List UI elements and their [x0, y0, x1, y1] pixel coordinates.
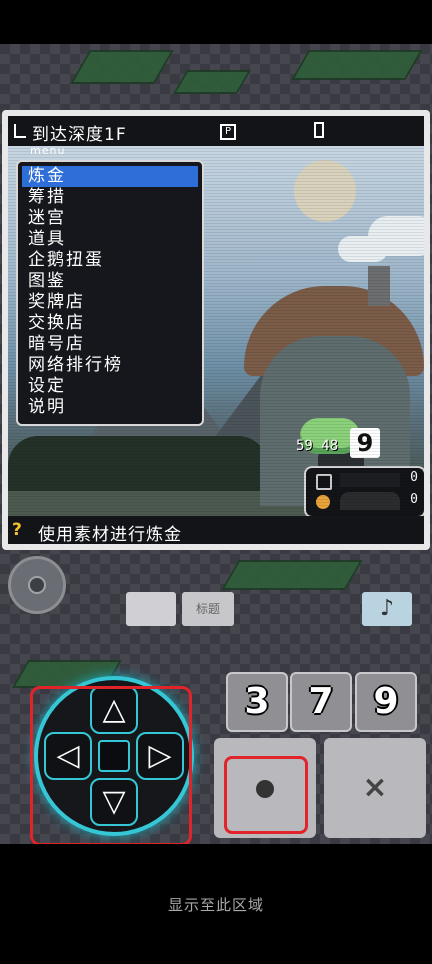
menu-item-settings[interactable]: 设定 [28, 376, 198, 397]
key-9-button[interactable]: 9 [355, 672, 417, 732]
settings-gear-button[interactable] [8, 556, 66, 614]
menu-item-code-shop[interactable]: 暗号店 [28, 334, 198, 355]
close-icon: × [362, 770, 388, 805]
key-7-button[interactable]: 7 [290, 672, 352, 732]
game-window: 到达深度1F P 59 48 9 0 0 menu 炼金 筹措 迷宫 道具 企鹅… [2, 110, 430, 550]
coin-icon [316, 495, 330, 509]
moon [294, 160, 356, 222]
grass-tile [291, 50, 423, 80]
resource-value-2: 0 [410, 492, 418, 507]
main-menu: 炼金 筹措 迷宫 道具 企鹅扭蛋 图鉴 奖牌店 交换店 暗号店 网络排行榜 设定… [16, 160, 204, 426]
resource-panel: 0 0 [304, 466, 424, 516]
menu-item-ranking[interactable]: 网络排行榜 [28, 355, 198, 376]
status-bar: ? 使用素材进行炼金 [8, 518, 424, 544]
forest [8, 436, 268, 496]
menu-header: menu [30, 144, 66, 157]
key-3-button[interactable]: 3 [226, 672, 288, 732]
depth-label: 到达深度1F [32, 125, 127, 145]
menu-item-encyclopedia[interactable]: 图鉴 [28, 271, 198, 292]
top-bar [0, 0, 432, 44]
menu-item-gacha[interactable]: 企鹅扭蛋 [28, 250, 198, 271]
house-chimney [368, 266, 390, 306]
music-button[interactable]: ♪ [362, 592, 412, 626]
menu-item-items[interactable]: 道具 [28, 229, 198, 250]
resource-bar [340, 492, 400, 510]
battery-icon [314, 122, 324, 138]
creature-level: 9 [350, 428, 380, 458]
menu-item-help[interactable]: 说明 [28, 397, 198, 418]
question-icon: ? [12, 520, 22, 540]
game-screen: 到达深度1F P 59 48 9 0 0 menu 炼金 筹措 迷宫 道具 企鹅… [0, 0, 432, 964]
resource-value-1: 0 [410, 470, 418, 485]
signal-icon [14, 124, 26, 138]
cloud [338, 236, 388, 262]
menu-item-exchange-shop[interactable]: 交换店 [28, 313, 198, 334]
dpad-highlight-frame [30, 686, 192, 846]
game-viewport: 到达深度1F P 59 48 9 0 0 menu 炼金 筹措 迷宫 道具 企鹅… [8, 116, 424, 544]
menu-item-alchemy[interactable]: 炼金 [22, 166, 198, 187]
menu-item-medal-shop[interactable]: 奖牌店 [28, 292, 198, 313]
status-message: 使用素材进行炼金 [38, 525, 182, 544]
resource-bar [340, 473, 400, 487]
menu-item-raise[interactable]: 筹措 [28, 187, 198, 208]
grass-tile [221, 560, 363, 590]
parking-icon: P [220, 124, 236, 140]
display-area-label: 显示至此区域 [167, 896, 264, 914]
dot-icon [256, 780, 274, 798]
blank-button[interactable] [126, 592, 176, 626]
title-button[interactable]: 标题 [182, 592, 234, 626]
music-note-icon: ♪ [379, 596, 395, 621]
creature-stats: 59 48 [296, 438, 339, 454]
cancel-button[interactable]: × [324, 738, 426, 838]
gear-icon [28, 576, 46, 594]
menu-item-dungeon[interactable]: 迷宫 [28, 208, 198, 229]
title-bar: 到达深度1F P [8, 116, 424, 146]
material-icon [316, 474, 332, 490]
